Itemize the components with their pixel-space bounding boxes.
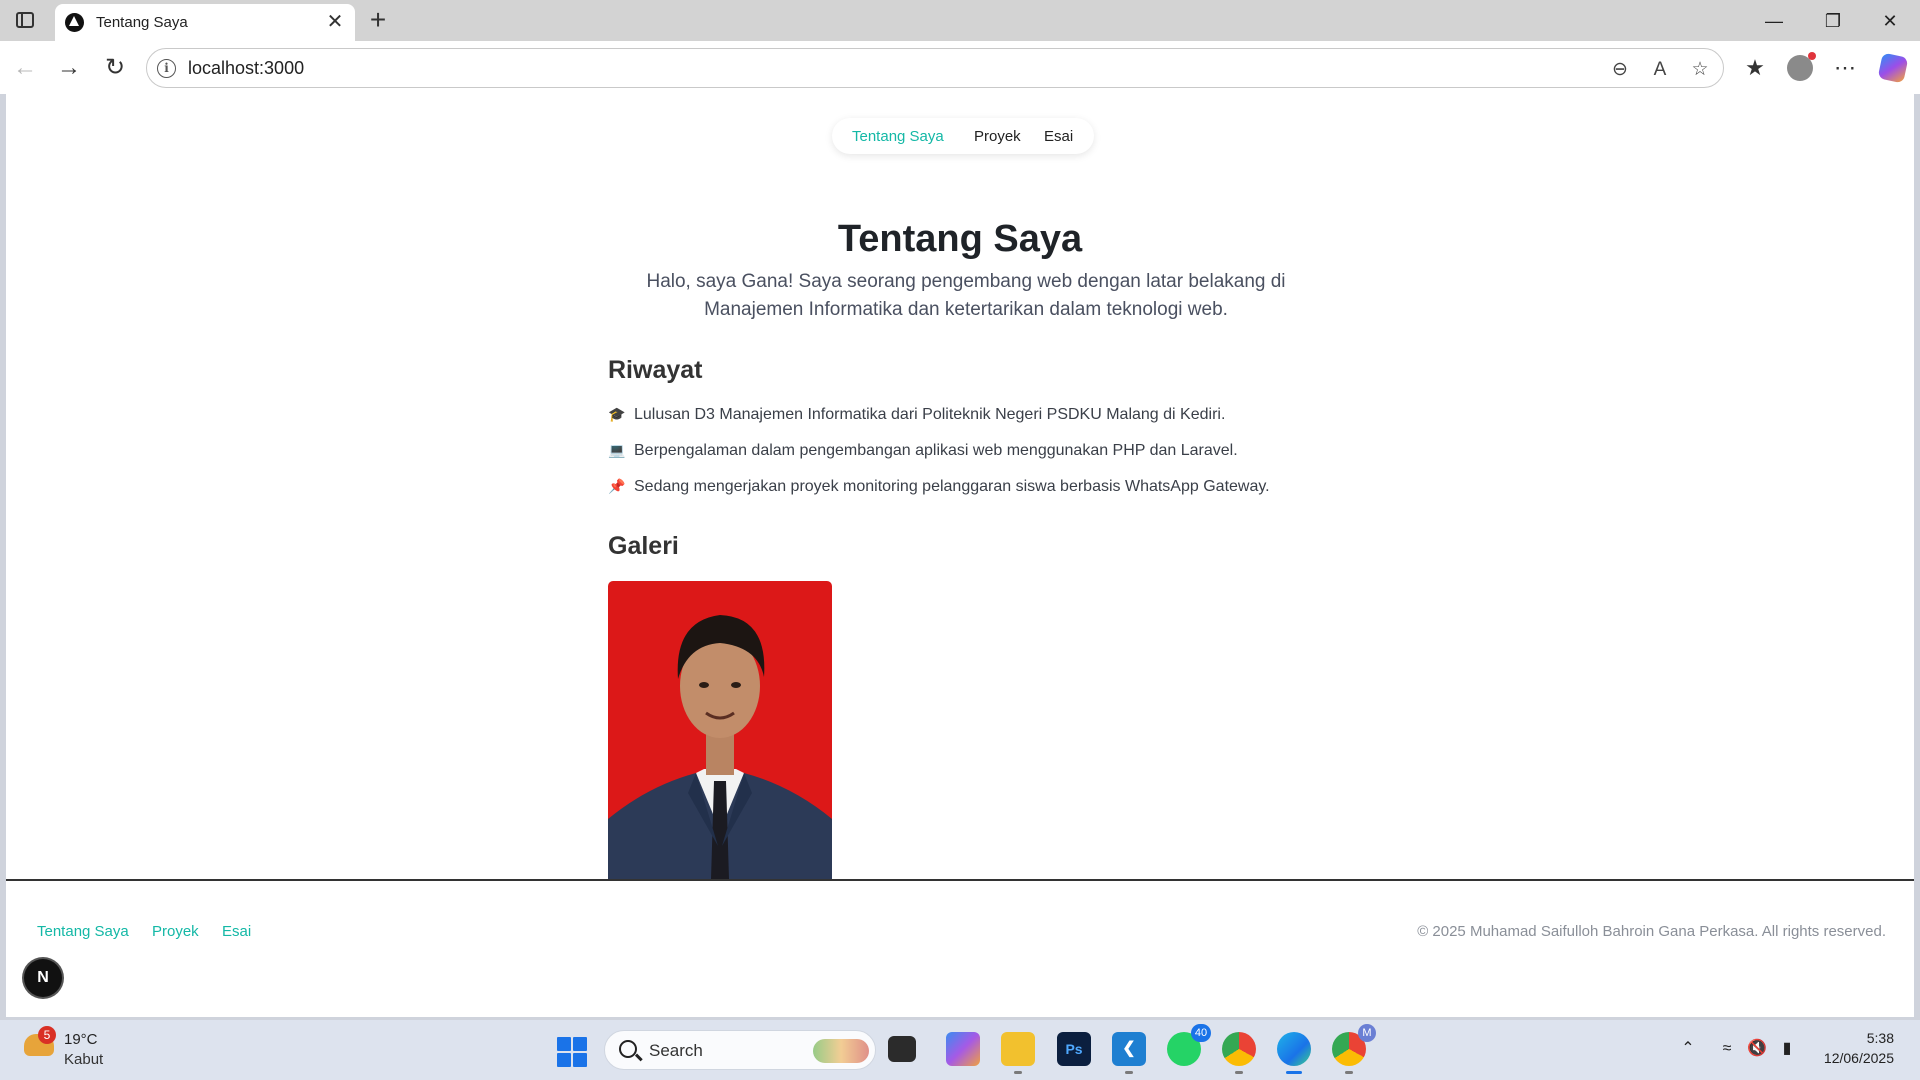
nextjs-dev-indicator-icon[interactable]: N (24, 959, 62, 997)
weather-temperature[interactable]: 19°C (64, 1031, 98, 1048)
list-item: 📌 Sedang mengerjakan proyek monitoring pe… (608, 478, 1368, 514)
photoshop-icon[interactable]: Ps (1057, 1032, 1091, 1066)
weather-badge: 5 (38, 1026, 56, 1044)
reload-icon[interactable]: ↻ (98, 51, 132, 85)
taskbar-search[interactable]: Search (604, 1030, 876, 1070)
laptop-icon: 💻 (608, 442, 626, 458)
weather-description[interactable]: Kabut (64, 1051, 103, 1068)
tab-close-icon[interactable]: ✕ (323, 10, 347, 34)
browser-tab-active[interactable]: Tentang Saya ✕ (55, 4, 355, 41)
hero-description-line-2: Manajemen Informatika dan ketertarikan d… (704, 299, 1228, 320)
galeri-heading: Galeri (608, 532, 679, 560)
browser-tab-bar: Tentang Saya ✕ + — ❐ ✕ (0, 0, 1920, 41)
address-bar[interactable]: i localhost:3000 ⊖ A ☆ (146, 48, 1724, 88)
footer-link-esai[interactable]: Esai (222, 923, 251, 940)
edge-icon[interactable] (1277, 1032, 1311, 1074)
whatsapp-icon[interactable]: 40 (1167, 1024, 1211, 1066)
footer-link-tentang-saya[interactable]: Tentang Saya (37, 923, 129, 940)
riwayat-item-text: Berpengalaman dalam pengembangan aplikas… (634, 442, 1238, 459)
chrome-profile-icon[interactable]: M (1332, 1024, 1376, 1074)
taskbar: 5 19°C Kabut Search Ps ❮ 40 M ⌃ ≈ 🔇 ▮ 5:… (0, 1020, 1920, 1080)
nextjs-favicon-icon (65, 13, 84, 32)
graduation-cap-icon: 🎓 (608, 406, 626, 422)
riwayat-list: 🎓 Lulusan D3 Manajemen Informatika dari P… (608, 406, 1368, 514)
new-tab-button[interactable]: + (363, 5, 393, 35)
more-menu-icon[interactable]: ⋯ (1828, 51, 1862, 85)
restore-button[interactable]: ❐ (1805, 4, 1861, 38)
site-info-icon[interactable]: i (157, 59, 176, 78)
gallery-photo (608, 581, 832, 879)
tab-actions-icon[interactable] (12, 9, 38, 31)
footer-copyright: © 2025 Muhamad Saifulloh Bahroin Gana Pe… (1417, 923, 1886, 940)
riwayat-heading: Riwayat (608, 356, 703, 384)
window-close-button[interactable]: ✕ (1862, 4, 1918, 38)
browser-toolbar: ← → ↻ i localhost:3000 ⊖ A ☆ ★ ⋯ (0, 41, 1920, 94)
search-highlight-icon (813, 1039, 869, 1063)
nav-link-proyek[interactable]: Proyek (974, 128, 1021, 145)
hero-description-line-1: Halo, saya Gana! Saya seorang pengembang… (646, 271, 1286, 292)
footer-divider (6, 879, 1914, 881)
vscode-icon[interactable]: ❮ (1112, 1032, 1146, 1074)
riwayat-item-text: Lulusan D3 Manajemen Informatika dari Po… (634, 406, 1226, 423)
page-viewport: Tentang Saya Proyek Esai Tentang Saya Ha… (6, 94, 1914, 1017)
file-explorer-icon[interactable] (1001, 1032, 1035, 1074)
footer-link-proyek[interactable]: Proyek (152, 923, 199, 940)
favorite-star-icon[interactable]: ☆ (1687, 57, 1713, 83)
read-aloud-icon[interactable]: A (1647, 57, 1673, 83)
riwayat-item-text: Sedang mengerjakan proyek monitoring pel… (634, 478, 1270, 495)
site-nav: Tentang Saya Proyek Esai (832, 118, 1094, 154)
forward-arrow-icon[interactable]: → (52, 51, 86, 85)
back-arrow-icon[interactable]: ← (8, 51, 42, 85)
hero-description: Halo, saya Gana! Saya seorang pengembang… (626, 268, 1306, 324)
windows-start-icon[interactable] (557, 1037, 587, 1067)
list-item: 🎓 Lulusan D3 Manajemen Informatika dari P… (608, 406, 1368, 442)
pushpin-icon: 📌 (608, 478, 626, 494)
chevron-up-icon[interactable]: ⌃ (1677, 1038, 1699, 1060)
minimize-button[interactable]: — (1746, 4, 1802, 38)
clock-time[interactable]: 5:38 (1867, 1030, 1894, 1046)
url-text[interactable]: localhost:3000 (188, 58, 304, 79)
task-view-icon[interactable] (888, 1036, 916, 1062)
clock-date[interactable]: 12/06/2025 (1824, 1050, 1894, 1066)
tab-title: Tentang Saya (96, 14, 188, 31)
search-icon (619, 1040, 637, 1058)
list-item: 💻 Berpengalaman dalam pengembangan aplika… (608, 442, 1368, 478)
page-title: Tentang Saya (837, 218, 1083, 260)
chrome-profile-badge: M (1358, 1024, 1376, 1042)
portrait-photo (608, 615, 832, 879)
favorites-icon[interactable]: ★ (1738, 51, 1772, 85)
copilot-app-icon[interactable] (946, 1032, 980, 1066)
zoom-out-icon[interactable]: ⊖ (1607, 57, 1633, 83)
speaker-muted-icon[interactable]: 🔇 (1746, 1038, 1768, 1060)
battery-icon[interactable]: ▮ (1776, 1038, 1798, 1060)
copilot-icon[interactable] (1877, 52, 1909, 84)
profile-avatar-icon[interactable] (1787, 52, 1816, 81)
whatsapp-notification-badge: 40 (1191, 1024, 1211, 1042)
chrome-icon[interactable] (1222, 1032, 1256, 1074)
nav-link-tentang-saya[interactable]: Tentang Saya (852, 128, 944, 145)
search-label: Search (649, 1041, 703, 1060)
wifi-icon[interactable]: ≈ (1716, 1038, 1738, 1060)
nav-link-esai[interactable]: Esai (1044, 128, 1073, 145)
